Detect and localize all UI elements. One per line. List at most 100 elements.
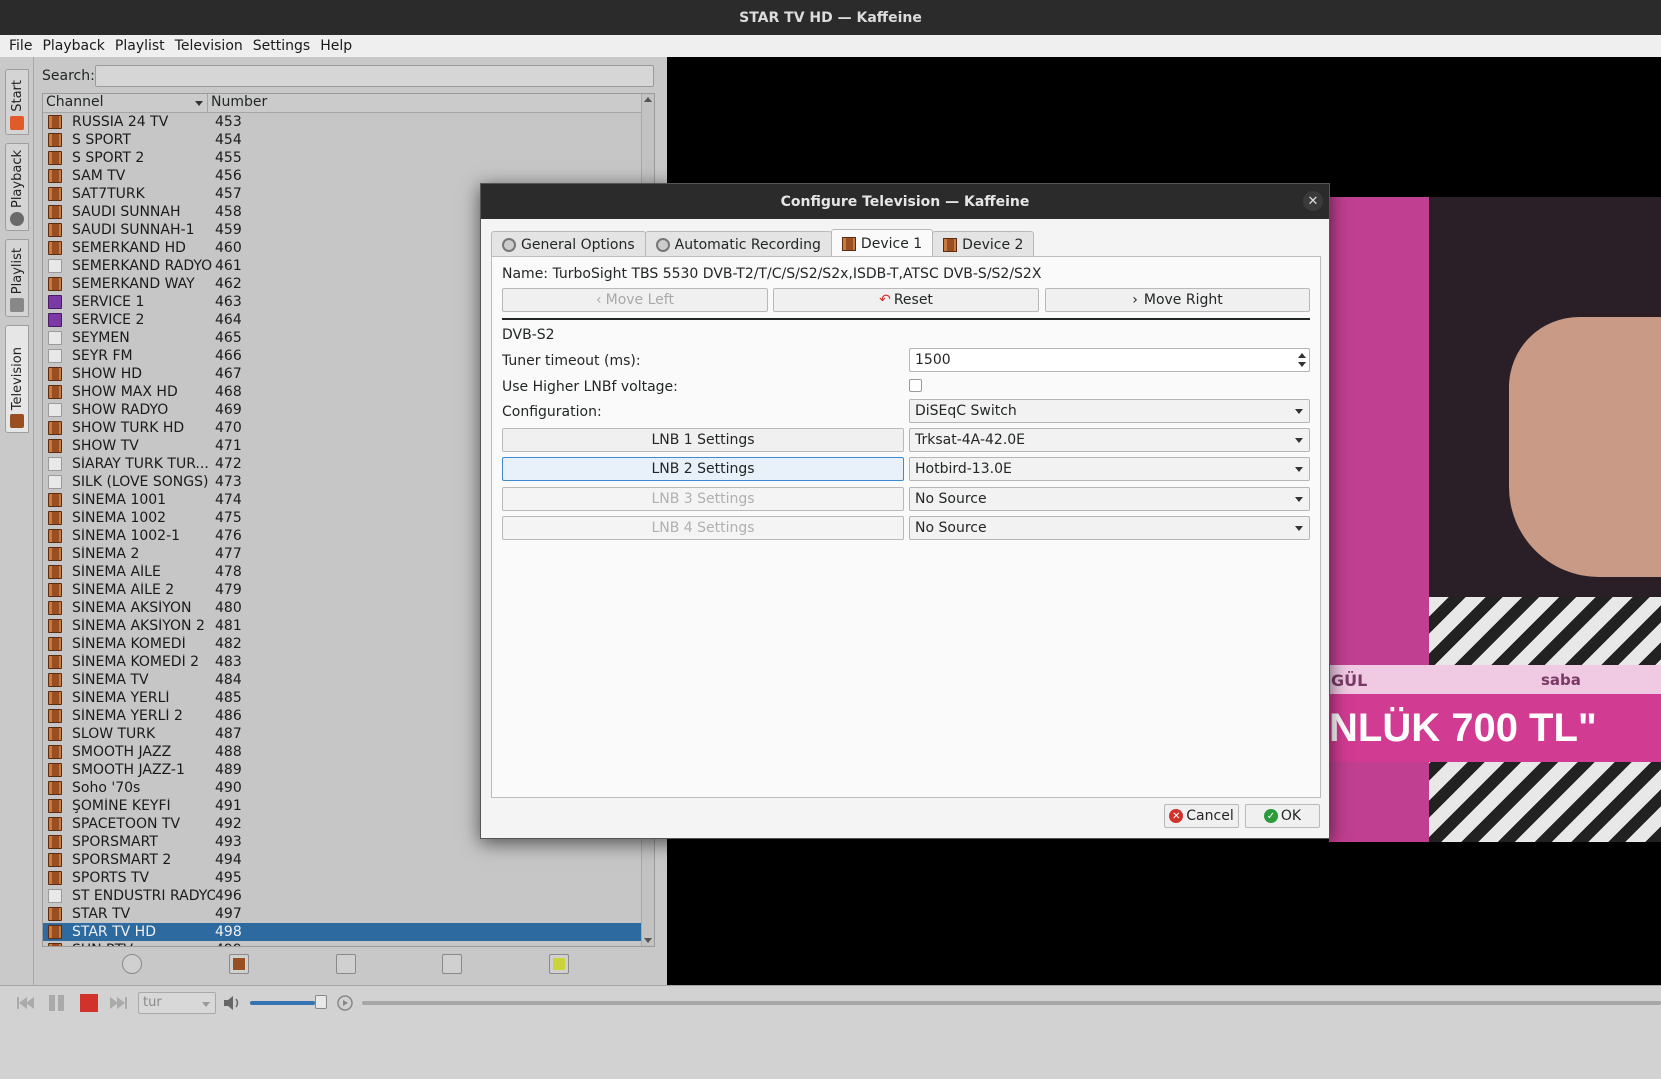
tv-channel-icon — [48, 943, 62, 946]
channel-row[interactable]: SPORSMART 2 494 — [43, 851, 654, 869]
lnb-4-settings-button[interactable]: LNB 4 Settings — [502, 516, 904, 540]
channel-number: 465 — [215, 330, 242, 346]
next-icon[interactable] — [108, 993, 130, 1013]
lnb-1-settings-button[interactable]: LNB 1 Settings — [502, 428, 904, 452]
channel-name: SLOW TURK — [72, 726, 156, 742]
channel-row[interactable]: S SPORT 454 — [43, 131, 654, 149]
channel-row[interactable]: RUSSIA 24 TV 453 — [43, 113, 654, 131]
reset-label: Reset — [893, 292, 933, 308]
menu-settings[interactable]: Settings — [248, 38, 315, 54]
channel-number: 464 — [215, 312, 242, 328]
cancel-button[interactable]: ✕ Cancel — [1164, 804, 1239, 828]
tv-channel-icon — [48, 187, 62, 201]
channel-number: 479 — [215, 582, 242, 598]
higher-lnbf-checkbox[interactable] — [909, 379, 922, 392]
channel-name: SİNEMA 1002-1 — [72, 528, 181, 544]
configuration-select[interactable]: DiSEqC Switch — [909, 399, 1310, 423]
menu-help[interactable]: Help — [315, 38, 357, 54]
channel-row[interactable]: SUN RTV499 — [43, 941, 654, 946]
lnb-1-source-select[interactable]: Trksat-4A-42.0E — [909, 428, 1310, 452]
tab-device-1[interactable]: Device 1 — [830, 229, 934, 257]
tv-channel-icon — [48, 745, 62, 759]
ok-button[interactable]: ✓ OK — [1245, 804, 1320, 828]
tab-automatic-recording[interactable]: Automatic Recording — [644, 231, 832, 257]
audio-language-select[interactable]: tur — [138, 992, 216, 1014]
tab-device-2[interactable]: Device 2 — [932, 231, 1035, 257]
channel-number: 478 — [215, 564, 242, 580]
spin-down-icon[interactable] — [1298, 362, 1306, 367]
channel-name: SİNEMA YERLİ — [72, 690, 170, 706]
channel-name: SEMERKAND WAY — [72, 276, 195, 292]
lnb-2-settings-button[interactable]: LNB 2 Settings — [502, 457, 904, 481]
channel-name: SPORSMART — [72, 834, 158, 850]
tab-playlist[interactable]: Playlist — [5, 239, 29, 317]
previous-icon[interactable] — [14, 993, 36, 1013]
instant-record-button[interactable] — [549, 954, 569, 974]
tv-channel-icon — [48, 169, 62, 183]
menu-file[interactable]: File — [4, 38, 37, 54]
channel-name: SİNEMA KOMEDİ — [72, 636, 186, 652]
channel-row[interactable]: S SPORT 2 455 — [43, 149, 654, 167]
channel-number: 455 — [215, 150, 242, 166]
search-input[interactable] — [95, 65, 654, 87]
tv-channel-icon — [48, 853, 62, 867]
channels-button[interactable] — [229, 954, 249, 974]
channel-row[interactable]: SPORTS TV 495 — [43, 869, 654, 887]
menu-television[interactable]: Television — [170, 38, 248, 54]
tab-playback[interactable]: Playback — [5, 143, 29, 231]
channel-number: 486 — [215, 708, 242, 724]
volume-icon[interactable] — [222, 993, 244, 1013]
stop-icon[interactable] — [78, 993, 100, 1013]
channel-name: ŞÖMİNE KEYFİ — [72, 798, 171, 814]
scroll-up-icon[interactable] — [644, 97, 652, 102]
seek-slider[interactable] — [362, 1001, 1661, 1005]
ok-check-icon: ✓ — [1263, 809, 1278, 823]
reset-icon: ↶ — [879, 292, 891, 308]
configure-television-button[interactable] — [122, 954, 142, 974]
window-title-bar: STAR TV HD — Kaffeine — [0, 0, 1661, 35]
dialog-close-button[interactable]: ✕ — [1303, 191, 1323, 211]
header-channel[interactable]: Channel — [43, 94, 208, 112]
channel-number: 488 — [215, 744, 242, 760]
program-guide-button[interactable] — [336, 954, 356, 974]
lnb-2-source-select[interactable]: Hotbird-13.0E — [909, 457, 1310, 481]
channel-row[interactable]: ST ENDUSTRI RADYO 496 — [43, 887, 654, 905]
channel-row[interactable]: STAR TV HD 498 — [43, 923, 654, 941]
move-left-label: Move Left — [605, 292, 674, 308]
channel-row[interactable]: STAR TV 497 — [43, 905, 654, 923]
channel-number: 485 — [215, 690, 242, 706]
channel-number: 499 — [215, 942, 242, 946]
ok-label: OK — [1280, 808, 1302, 824]
reset-button[interactable]: ↶ Reset — [773, 288, 1039, 312]
lnb-4-source-select[interactable]: No Source — [909, 516, 1310, 540]
move-left-button[interactable]: ‹ Move Left — [502, 288, 768, 312]
menu-playlist[interactable]: Playlist — [110, 38, 170, 54]
tv-channel-icon — [48, 601, 62, 615]
radio-channel-icon — [48, 403, 62, 417]
tab-television[interactable]: Television — [5, 325, 29, 433]
tab-start[interactable]: Start — [5, 69, 29, 135]
volume-handle[interactable] — [315, 995, 327, 1009]
lnb-3-settings-button[interactable]: LNB 3 Settings — [502, 487, 904, 511]
recording-schedule-button[interactable] — [442, 954, 462, 974]
tab-general-options[interactable]: General Options — [491, 231, 646, 257]
header-number[interactable]: Number — [208, 94, 654, 112]
scroll-down-icon[interactable] — [644, 938, 652, 943]
move-right-button[interactable]: › Move Right — [1045, 288, 1310, 312]
tv-channel-icon — [48, 133, 62, 147]
cancel-icon: ✕ — [1169, 809, 1184, 823]
pause-icon[interactable] — [46, 993, 68, 1013]
configuration-label: Configuration: — [502, 404, 602, 420]
configure-television-dialog: Configure Television — Kaffeine ✕ Genera… — [480, 183, 1330, 839]
tuner-timeout-spinbox[interactable]: 1500 — [909, 348, 1310, 372]
channel-name: S SPORT 2 — [72, 150, 145, 166]
channel-number: 462 — [215, 276, 242, 292]
spin-up-icon[interactable] — [1298, 353, 1306, 358]
lnb-3-source-select[interactable]: No Source — [909, 487, 1310, 511]
cancel-label: Cancel — [1186, 808, 1234, 824]
channel-number: 498 — [215, 924, 242, 940]
time-button-icon[interactable] — [334, 993, 356, 1013]
playback-bar: tur — [0, 985, 1661, 1019]
menu-playback[interactable]: Playback — [37, 38, 109, 54]
channel-name: SPORTS TV — [72, 870, 150, 886]
